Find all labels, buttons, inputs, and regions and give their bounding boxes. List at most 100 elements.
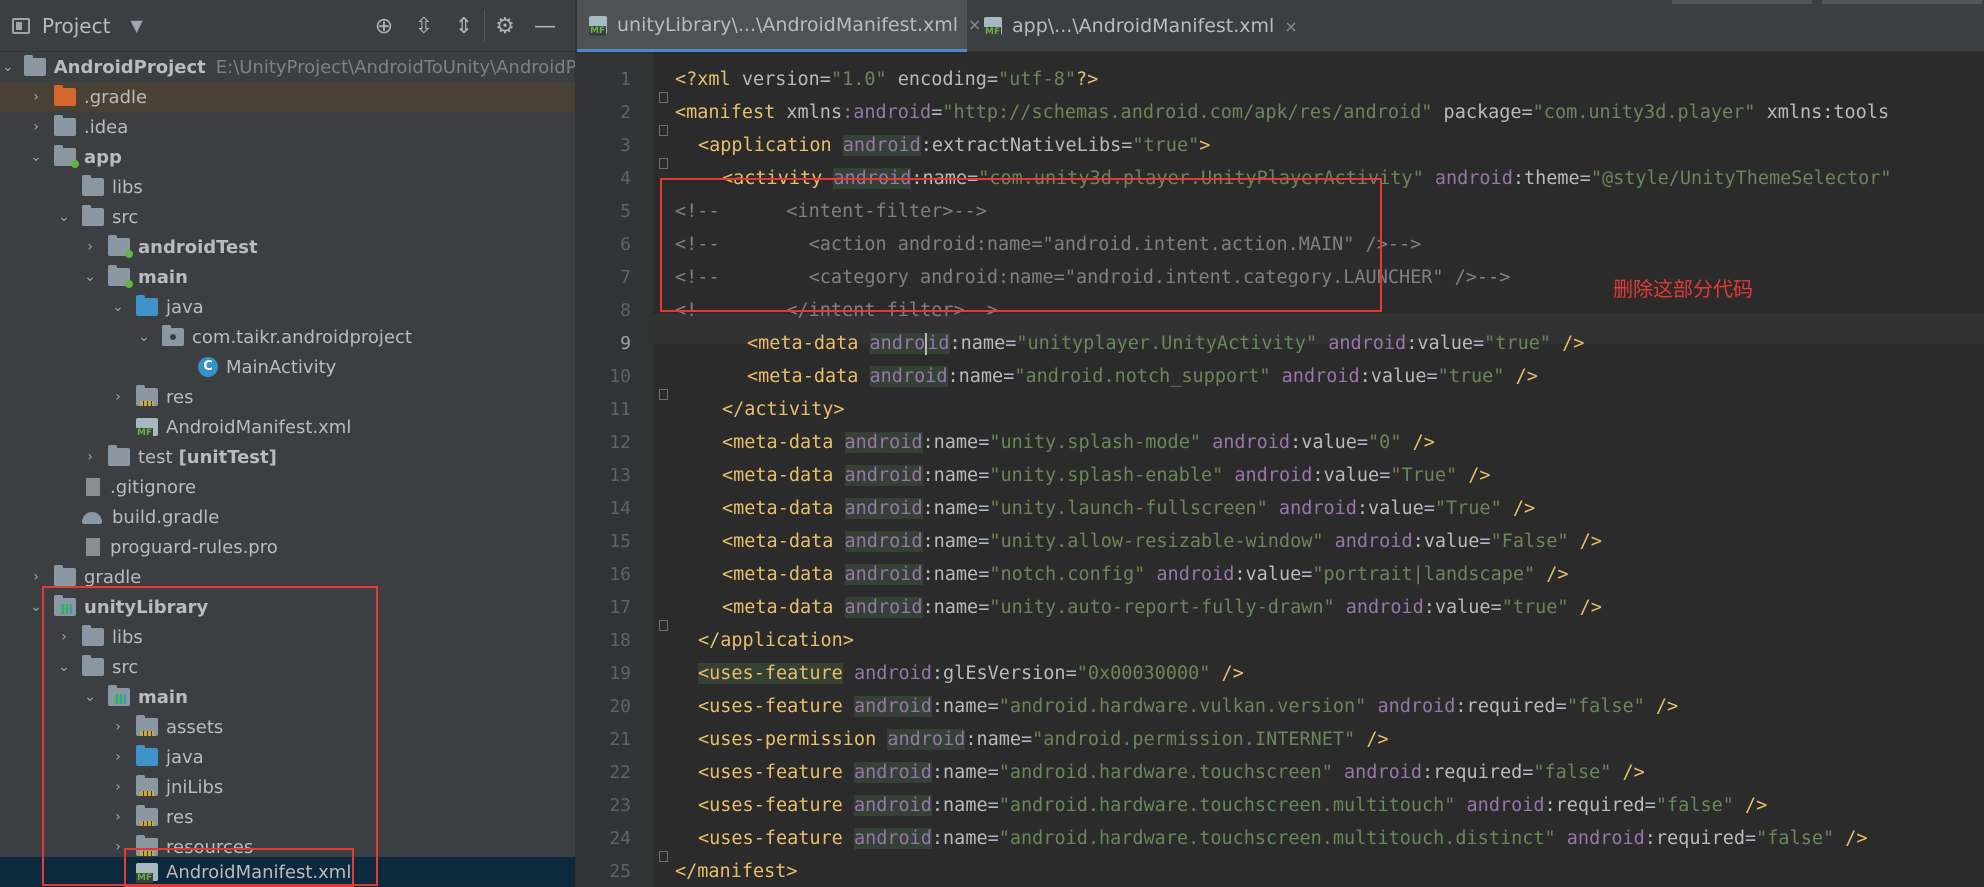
tree-item-app-res[interactable]: › res	[0, 382, 575, 412]
tree-item-app-src[interactable]: ⌄ src	[0, 202, 575, 232]
chevron-down-icon[interactable]: ⌄	[110, 299, 126, 315]
chevron-right-icon[interactable]: ›	[28, 569, 44, 585]
chevron-down-icon[interactable]: ⌄	[28, 149, 44, 165]
folder-icon	[82, 205, 104, 226]
tree-item-label: unityLibrary	[84, 596, 209, 618]
library-module-icon	[54, 595, 76, 616]
project-view-selector[interactable]: Project ▼	[0, 14, 143, 38]
code-line: </activity>	[722, 399, 845, 420]
fold-marker-icon[interactable]	[659, 851, 668, 862]
code-line-comment: <!-- <intent-filter>-->	[675, 201, 987, 222]
tree-item-proguard[interactable]: proguard-rules.pro	[0, 532, 575, 562]
tree-item-unity-src[interactable]: ⌄ src	[0, 652, 575, 682]
code-line: <uses-feature android:name="android.hard…	[698, 828, 1868, 849]
chevron-right-icon[interactable]: ›	[110, 839, 126, 855]
tree-item-unity-manifest[interactable]: AndroidManifest.xml	[0, 857, 575, 887]
fold-marker-icon[interactable]	[659, 158, 668, 169]
tree-item-app-main[interactable]: ⌄ main	[0, 262, 575, 292]
fold-marker-icon[interactable]	[659, 620, 668, 631]
tree-item-build-gradle[interactable]: build.gradle	[0, 502, 575, 532]
chevron-down-icon[interactable]: ⌄	[28, 599, 44, 615]
tree-item-gradle-cache[interactable]: › .gradle	[0, 82, 575, 112]
chevron-down-icon[interactable]: ⌄	[56, 209, 72, 225]
chevron-right-icon[interactable]: ›	[82, 449, 98, 465]
code-line: </application>	[698, 630, 854, 651]
chevron-down-icon[interactable]: ⌄	[82, 689, 98, 705]
tree-item-androidproject[interactable]: ⌄ AndroidProject E:\UnityProject\Android…	[0, 52, 610, 82]
line-number: 1	[620, 69, 631, 90]
close-icon[interactable]: ×	[1284, 17, 1297, 36]
code-line: <meta-data android:name="unity.launch-fu…	[722, 498, 1536, 519]
chevron-right-icon[interactable]: ›	[110, 749, 126, 765]
minimize-icon[interactable]: —	[525, 10, 565, 42]
line-number: 7	[620, 267, 631, 288]
tree-item-label: .idea	[84, 116, 129, 138]
line-number: 17	[609, 597, 631, 618]
tree-item-label: app	[84, 146, 122, 168]
tree-item-unity-main[interactable]: ⌄ main	[0, 682, 575, 712]
chevron-right-icon[interactable]: ›	[110, 779, 126, 795]
tree-item-mainactivity[interactable]: C MainActivity	[0, 352, 575, 382]
package-icon	[162, 325, 184, 346]
chevron-right-icon[interactable]: ›	[110, 389, 126, 405]
tab-app-manifest[interactable]: app\...\AndroidManifest.xml ×	[972, 0, 1298, 52]
jnilibs-folder-icon	[136, 775, 158, 796]
tree-item-unitylibrary[interactable]: ⌄ unityLibrary	[0, 592, 575, 622]
tree-item-app-manifest[interactable]: AndroidManifest.xml	[0, 412, 575, 442]
line-number: 3	[620, 135, 631, 156]
gitignore-file-icon	[86, 478, 100, 496]
chevron-right-icon[interactable]: ›	[110, 719, 126, 735]
locate-target-icon[interactable]: ⊕	[364, 10, 404, 42]
manifest-file-icon	[136, 863, 158, 883]
chevron-right-icon[interactable]: ›	[82, 239, 98, 255]
fold-marker-icon[interactable]	[659, 125, 668, 136]
line-number: 2	[620, 102, 631, 123]
tree-item-label: gradle	[84, 566, 142, 588]
tree-item-app[interactable]: ⌄ app	[0, 142, 575, 172]
tree-item-idea[interactable]: › .idea	[0, 112, 575, 142]
tree-item-package[interactable]: ⌄ com.taikr.androidproject	[0, 322, 575, 352]
chevron-down-icon[interactable]: ⌄	[2, 59, 14, 75]
source-folder-icon	[108, 685, 130, 706]
chevron-right-icon[interactable]: ›	[28, 89, 44, 105]
tree-item-label: androidTest	[138, 236, 258, 258]
code-line: <meta-data android:name="unity.allow-res…	[722, 531, 1602, 552]
fold-marker-icon[interactable]	[659, 92, 668, 103]
code-line-comment: <!-- </intent-filter>-->	[675, 300, 999, 321]
tree-item-unity-res[interactable]: › res	[0, 802, 575, 832]
expand-all-icon[interactable]: ⇳	[404, 10, 444, 42]
chevron-down-icon[interactable]: ⌄	[56, 659, 72, 675]
tree-item-assets[interactable]: › assets	[0, 712, 575, 742]
chevron-down-icon[interactable]: ⌄	[136, 329, 152, 345]
tab-unitylibrary-manifest[interactable]: unityLibrary\...\AndroidManifest.xml ×	[577, 0, 981, 52]
assets-folder-icon	[136, 715, 158, 736]
tree-item-gradle[interactable]: › gradle	[0, 562, 575, 592]
tree-item-app-java[interactable]: ⌄ java	[0, 292, 575, 322]
tree-item-label: assets	[166, 716, 224, 738]
resource-folder-icon	[136, 385, 158, 406]
code-line: </manifest>	[675, 861, 798, 882]
chevron-down-icon[interactable]: ⌄	[82, 269, 98, 285]
tree-item-androidtest[interactable]: › androidTest	[0, 232, 575, 262]
chevron-right-icon[interactable]: ›	[28, 119, 44, 135]
line-number: 13	[609, 465, 631, 486]
manifest-file-icon	[984, 17, 1002, 37]
collapse-all-icon[interactable]: ⇕	[444, 10, 484, 42]
chevron-down-icon[interactable]: ▼	[130, 16, 142, 35]
tree-item-unity-java[interactable]: › java	[0, 742, 575, 772]
line-number: 10	[609, 366, 631, 387]
tree-item-jnilibs[interactable]: › jniLibs	[0, 772, 575, 802]
chevron-right-icon[interactable]: ›	[56, 629, 72, 645]
folder-icon	[54, 565, 76, 586]
test-folder-icon	[108, 445, 130, 466]
tree-item-unity-libs[interactable]: › libs	[0, 622, 575, 652]
chevron-right-icon[interactable]: ›	[110, 809, 126, 825]
tree-item-app-libs[interactable]: libs	[0, 172, 575, 202]
gear-icon[interactable]: ⚙	[484, 10, 525, 42]
tree-item-gitignore[interactable]: .gitignore	[0, 472, 575, 502]
fold-marker-icon[interactable]	[659, 389, 668, 400]
tree-item-label: res	[166, 386, 194, 408]
tree-item-label: java	[166, 296, 204, 318]
tree-item-test[interactable]: › test [unitTest]	[0, 442, 575, 472]
project-window-icon	[12, 17, 30, 34]
